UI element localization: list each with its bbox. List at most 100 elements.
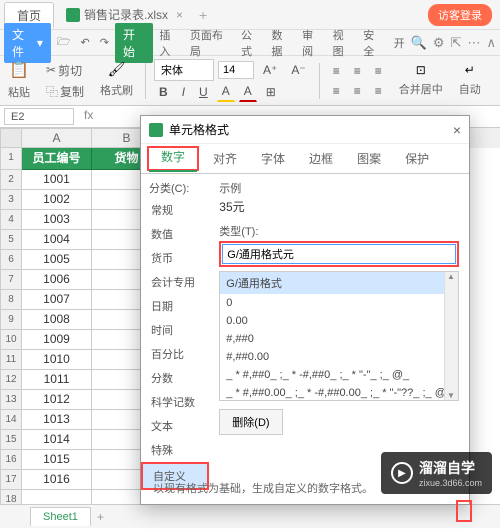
redo-icon[interactable]: ↷ xyxy=(96,33,113,52)
ribbon-start[interactable]: 开始 xyxy=(115,23,153,63)
align-top-button[interactable]: ≡ xyxy=(328,61,345,81)
add-sheet-icon[interactable]: + xyxy=(97,510,104,524)
close-tab-icon[interactable]: × xyxy=(176,8,183,22)
select-all-corner[interactable] xyxy=(0,128,22,148)
cell[interactable]: 1016 xyxy=(22,470,92,490)
ribbon-review[interactable]: 审阅 xyxy=(298,24,327,62)
category-item[interactable]: 会计专用 xyxy=(141,270,209,294)
paste-icon[interactable]: 📋 xyxy=(9,60,29,80)
name-box[interactable] xyxy=(4,108,74,125)
category-item[interactable]: 货币 xyxy=(141,246,209,270)
row-header[interactable]: 14 xyxy=(0,410,22,430)
cell[interactable]: 1006 xyxy=(22,270,92,290)
cell[interactable]: 1003 xyxy=(22,210,92,230)
tab-border[interactable]: 边框 xyxy=(297,144,345,173)
cell[interactable]: 1002 xyxy=(22,190,92,210)
category-item[interactable]: 科学记数 xyxy=(141,390,209,414)
tab-pattern[interactable]: 图案 xyxy=(345,144,393,173)
cell[interactable]: 1011 xyxy=(22,370,92,390)
settings-icon[interactable]: ⚙ xyxy=(433,35,445,51)
row-header[interactable]: 9 xyxy=(0,310,22,330)
type-input[interactable] xyxy=(222,244,456,264)
cell[interactable]: 1005 xyxy=(22,250,92,270)
cell[interactable]: 1008 xyxy=(22,310,92,330)
wrap-button[interactable]: 自动 xyxy=(455,79,485,99)
search-icon[interactable]: 🔍 xyxy=(411,35,427,51)
tab-align[interactable]: 对齐 xyxy=(201,144,249,173)
category-item[interactable]: 常规 xyxy=(141,198,209,222)
format-item[interactable]: G/通用格式 xyxy=(220,272,458,294)
ribbon-insert[interactable]: 插入 xyxy=(155,24,184,62)
align-mid-button[interactable]: ≡ xyxy=(349,61,366,81)
format-item[interactable]: #,##0.00 xyxy=(220,348,458,366)
align-center-button[interactable]: ≡ xyxy=(349,81,366,101)
align-right-button[interactable]: ≡ xyxy=(370,81,387,101)
row-header[interactable]: 12 xyxy=(0,370,22,390)
add-tab-icon[interactable]: + xyxy=(199,7,207,23)
font-color-button[interactable]: A xyxy=(239,81,257,102)
cell[interactable]: 1007 xyxy=(22,290,92,310)
scrollbar[interactable] xyxy=(444,272,458,400)
ribbon-data[interactable]: 数据 xyxy=(268,24,297,62)
decrease-font-button[interactable]: A⁻ xyxy=(286,60,310,80)
size-select[interactable]: 14 xyxy=(218,61,254,79)
bold-button[interactable]: B xyxy=(154,82,173,102)
align-left-button[interactable]: ≡ xyxy=(328,81,345,101)
row-header[interactable]: 15 xyxy=(0,430,22,450)
category-item[interactable]: 时间 xyxy=(141,318,209,342)
row-header[interactable]: 5 xyxy=(0,230,22,250)
row-header[interactable]: 4 xyxy=(0,210,22,230)
category-item[interactable]: 数值 xyxy=(141,222,209,246)
login-button[interactable]: 访客登录 xyxy=(428,4,492,26)
row-header[interactable]: 17 xyxy=(0,470,22,490)
merge-button[interactable]: 合并居中 xyxy=(395,79,447,99)
row-header[interactable]: 16 xyxy=(0,450,22,470)
ribbon-view[interactable]: 视图 xyxy=(329,24,358,62)
row-header[interactable]: 3 xyxy=(0,190,22,210)
paste-button[interactable]: 粘贴 xyxy=(4,82,34,102)
cell[interactable]: 1013 xyxy=(22,410,92,430)
category-item[interactable]: 分数 xyxy=(141,366,209,390)
save-icon[interactable]: 🗁 xyxy=(53,30,75,55)
category-item[interactable]: 特殊 xyxy=(141,438,209,462)
row-header[interactable]: 7 xyxy=(0,270,22,290)
cell[interactable]: 1010 xyxy=(22,350,92,370)
col-header-a[interactable]: A xyxy=(22,128,92,148)
format-painter-button[interactable]: 格式刷 xyxy=(96,80,137,100)
row-header[interactable]: 1 xyxy=(0,148,22,170)
format-item[interactable]: 0.00 xyxy=(220,312,458,330)
cell[interactable]: 1012 xyxy=(22,390,92,410)
row-header[interactable]: 6 xyxy=(0,250,22,270)
row-header[interactable]: 2 xyxy=(0,170,22,190)
cut-button[interactable]: ✂剪切 xyxy=(42,60,88,81)
cell[interactable]: 1009 xyxy=(22,330,92,350)
category-item[interactable]: 百分比 xyxy=(141,342,209,366)
tab-number[interactable]: 数字 xyxy=(149,144,197,172)
row-header[interactable]: 8 xyxy=(0,290,22,310)
category-item[interactable]: 文本 xyxy=(141,414,209,438)
cell[interactable]: 1015 xyxy=(22,450,92,470)
category-list[interactable]: 常规数值货币会计专用日期时间百分比分数科学记数文本特殊自定义 xyxy=(141,198,209,490)
close-dialog-icon[interactable]: × xyxy=(453,122,461,138)
table-header-cell[interactable]: 员工编号 xyxy=(22,148,92,170)
category-item[interactable]: 日期 xyxy=(141,294,209,318)
tab-font[interactable]: 字体 xyxy=(249,144,297,173)
format-list[interactable]: G/通用格式00.00#,##0#,##0.00_ * #,##0_ ;_ * … xyxy=(219,271,459,401)
cell[interactable]: 1004 xyxy=(22,230,92,250)
ribbon-dev[interactable]: 开 xyxy=(390,32,409,54)
file-menu[interactable]: 文件 ▾ xyxy=(4,23,51,63)
cell[interactable]: 1001 xyxy=(22,170,92,190)
row-header[interactable]: 11 xyxy=(0,350,22,370)
fx-icon[interactable]: fx xyxy=(78,106,99,127)
fill-color-button[interactable]: A xyxy=(217,81,235,102)
tab-protect[interactable]: 保护 xyxy=(393,144,441,173)
border-button[interactable]: ⊞ xyxy=(261,82,281,102)
undo-icon[interactable]: ↶ xyxy=(77,33,94,52)
ribbon-layout[interactable]: 页面布局 xyxy=(186,24,235,62)
row-header[interactable]: 13 xyxy=(0,390,22,410)
more-icon[interactable]: ⋯ xyxy=(467,35,480,51)
delete-button[interactable]: 删除(D) xyxy=(219,409,282,435)
underline-button[interactable]: U xyxy=(194,82,213,102)
wrap-icon[interactable]: ↵ xyxy=(465,63,475,77)
ribbon-safe[interactable]: 安全 xyxy=(359,24,388,62)
